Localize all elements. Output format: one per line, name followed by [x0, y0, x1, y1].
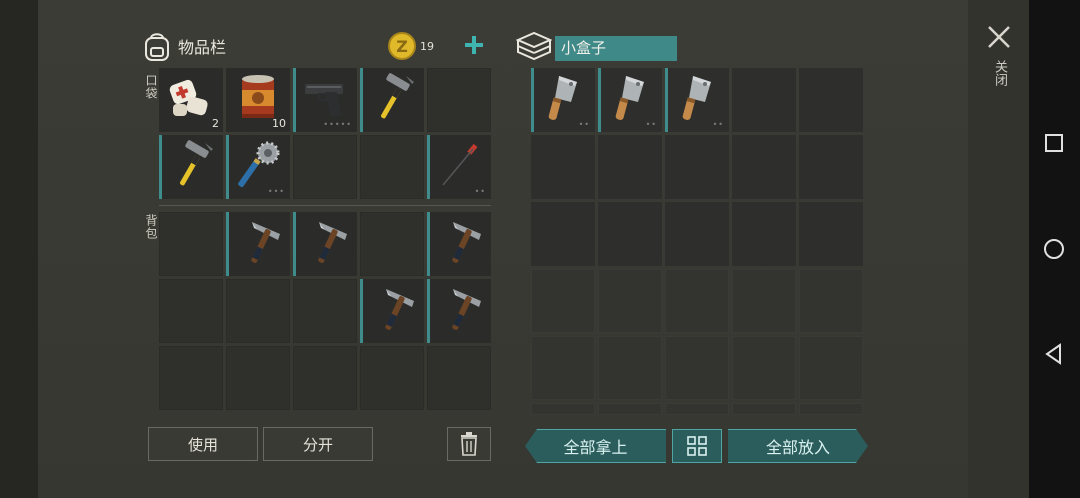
- add-coins-button[interactable]: [463, 34, 485, 56]
- backpack-slot[interactable]: [159, 346, 223, 410]
- backpack-slot[interactable]: [293, 279, 357, 343]
- box-name-field[interactable]: 小盒子: [555, 36, 677, 61]
- inventory-title: 物品栏: [178, 38, 227, 57]
- put-all-button[interactable]: 全部放入: [728, 429, 868, 463]
- box-slot[interactable]: [732, 202, 796, 266]
- box-slot[interactable]: [598, 135, 662, 199]
- take-all-label: 全部拿上: [563, 438, 628, 457]
- backpack-grid: [159, 212, 491, 410]
- durability-dots: ••: [712, 120, 724, 129]
- take-all-button[interactable]: 全部拿上: [525, 429, 666, 463]
- pocket-label: 口袋: [144, 74, 158, 100]
- backpack-slot[interactable]: [226, 279, 290, 343]
- box-slot[interactable]: [665, 336, 729, 400]
- durability-dots: •••: [267, 187, 285, 196]
- box-slot[interactable]: [799, 135, 863, 199]
- svg-text:Z: Z: [396, 37, 408, 56]
- box-slot[interactable]: [665, 202, 729, 266]
- box-slot[interactable]: [732, 269, 796, 333]
- box-slot[interactable]: [531, 336, 595, 400]
- backpack-slot[interactable]: [226, 212, 290, 276]
- backpack-slot[interactable]: [293, 212, 357, 276]
- box-slot[interactable]: ••: [598, 68, 662, 132]
- durability-dots: ••: [645, 120, 657, 129]
- box-slot[interactable]: [598, 403, 662, 415]
- pocket-slot[interactable]: 10: [226, 68, 290, 132]
- sort-button[interactable]: [672, 429, 722, 463]
- backpack-slot[interactable]: [159, 212, 223, 276]
- box-slot[interactable]: [732, 68, 796, 132]
- box-slot[interactable]: [799, 403, 863, 415]
- grid-icon: [687, 436, 707, 456]
- coin-count: 19: [420, 39, 434, 53]
- backpack-slot[interactable]: [360, 279, 424, 343]
- box-slot[interactable]: [665, 135, 729, 199]
- coin-balance: Z 19: [388, 32, 434, 60]
- back-button[interactable]: [1041, 341, 1067, 367]
- use-button[interactable]: 使用: [148, 427, 258, 461]
- box-slot[interactable]: [531, 202, 595, 266]
- item-quantity: 2: [212, 117, 219, 130]
- backpack-slot[interactable]: [293, 346, 357, 410]
- close-icon[interactable]: [986, 24, 1012, 50]
- pocket-slot[interactable]: [360, 68, 424, 132]
- box-slot[interactable]: [732, 336, 796, 400]
- put-all-label: 全部放入: [765, 438, 830, 457]
- box-slot[interactable]: [799, 336, 863, 400]
- backpack-slot[interactable]: [427, 279, 491, 343]
- box-slot[interactable]: [732, 135, 796, 199]
- box-slot[interactable]: ••: [531, 68, 595, 132]
- pocket-slot[interactable]: 2: [159, 68, 223, 132]
- pocket-slot[interactable]: [360, 135, 424, 199]
- backpack-icon: [145, 33, 169, 61]
- box-slot[interactable]: [531, 135, 595, 199]
- square-icon: [1045, 134, 1063, 152]
- durability-dots: ••: [474, 187, 486, 196]
- box-slot[interactable]: [598, 269, 662, 333]
- box-slot[interactable]: ••: [665, 68, 729, 132]
- recent-apps-button[interactable]: [1041, 130, 1067, 156]
- split-button[interactable]: 分开: [263, 427, 373, 461]
- divider: [159, 205, 491, 206]
- box-slot[interactable]: [598, 336, 662, 400]
- box-slot[interactable]: [531, 269, 595, 333]
- box-slot[interactable]: [598, 202, 662, 266]
- backpack-label: 背包: [144, 214, 158, 240]
- pocket-slot[interactable]: •••••: [293, 68, 357, 132]
- backpack-slot[interactable]: [159, 279, 223, 343]
- pocket-slot[interactable]: ••: [427, 135, 491, 199]
- box-icon: [516, 31, 552, 61]
- triangle-back-icon: [1045, 343, 1061, 365]
- pocket-slot[interactable]: [159, 135, 223, 199]
- box-slot[interactable]: [665, 269, 729, 333]
- inventory-header: 物品栏: [142, 30, 226, 62]
- box-slot[interactable]: [732, 403, 796, 415]
- home-button[interactable]: [1041, 236, 1067, 262]
- backpack-slot[interactable]: [360, 346, 424, 410]
- pocket-slot[interactable]: [427, 68, 491, 132]
- item-quantity: 10: [272, 117, 286, 130]
- coin-icon: Z: [388, 32, 416, 60]
- system-nav-bar: [1029, 0, 1080, 498]
- box-slot[interactable]: [799, 202, 863, 266]
- backpack-slot[interactable]: [427, 346, 491, 410]
- box-slot[interactable]: [799, 269, 863, 333]
- backpack-slot[interactable]: [360, 212, 424, 276]
- left-edge: [0, 0, 38, 498]
- box-slot[interactable]: [531, 403, 595, 415]
- durability-dots: •••••: [323, 120, 352, 129]
- backpack-slot[interactable]: [226, 346, 290, 410]
- backpack-slot[interactable]: [427, 212, 491, 276]
- circle-icon: [1044, 239, 1064, 259]
- durability-dots: ••: [578, 120, 590, 129]
- close-label[interactable]: 关闭: [990, 60, 1009, 86]
- trash-button[interactable]: [447, 427, 491, 461]
- pocket-grid: 2 10 ••••• ••• ••: [159, 68, 491, 199]
- pocket-slot[interactable]: •••: [226, 135, 290, 199]
- trash-icon: [461, 432, 477, 456]
- box-slot[interactable]: [665, 403, 729, 415]
- box-grid: •• •• ••: [531, 68, 863, 415]
- pocket-slot[interactable]: [293, 135, 357, 199]
- box-slot[interactable]: [799, 68, 863, 132]
